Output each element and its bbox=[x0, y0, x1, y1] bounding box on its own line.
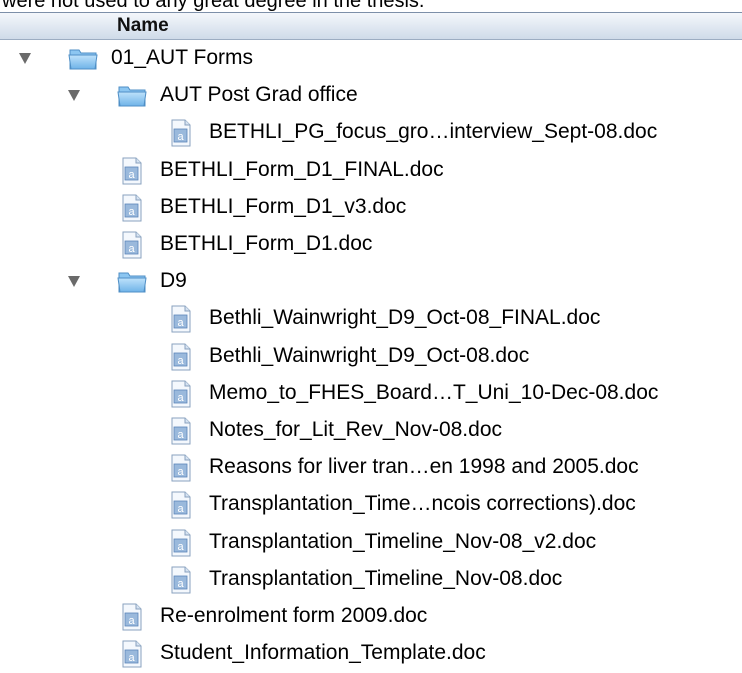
svg-text:a: a bbox=[177, 355, 184, 367]
svg-text:a: a bbox=[177, 578, 184, 590]
folder-icon bbox=[117, 268, 147, 299]
tree-item-label: Reasons for liver tran…en 1998 and 2005.… bbox=[209, 455, 639, 479]
tree-row-folder[interactable]: 01_AUT Forms bbox=[0, 40, 742, 77]
tree-row-file[interactable]: a Bethli_Wainwright_D9_Oct-08_FINAL.doc bbox=[0, 300, 742, 337]
svg-text:a: a bbox=[177, 503, 184, 515]
svg-text:a: a bbox=[128, 169, 135, 181]
tree-row-file[interactable]: a Transplantation_Timeline_Nov-08_v2.doc bbox=[0, 524, 742, 561]
tree-item-label: D9 bbox=[160, 269, 187, 293]
tree-item-label: BETHLI_Form_D1.doc bbox=[160, 232, 373, 255]
tree-row-file[interactable]: a BETHLI_Form_D1.doc bbox=[0, 226, 742, 263]
document-icon: a bbox=[169, 119, 193, 152]
document-icon: a bbox=[120, 231, 144, 264]
svg-text:a: a bbox=[177, 541, 184, 553]
document-icon: a bbox=[120, 640, 144, 673]
tree-item-label: BETHLI_Form_D1_FINAL.doc bbox=[160, 157, 444, 181]
caption-text: were not used to any great degree in the… bbox=[2, 0, 425, 12]
svg-text:a: a bbox=[128, 243, 135, 255]
tree-row-file[interactable]: a Transplantation_Timeline_Nov-08.doc bbox=[0, 561, 742, 598]
document-icon: a bbox=[120, 194, 144, 227]
svg-text:a: a bbox=[177, 392, 184, 404]
svg-text:a: a bbox=[177, 317, 184, 329]
document-icon: a bbox=[169, 529, 193, 562]
document-icon: a bbox=[169, 380, 193, 413]
tree-item-label: BETHLI_Form_D1_v3.doc bbox=[160, 194, 407, 218]
document-icon: a bbox=[169, 305, 193, 338]
column-header-name[interactable]: Name bbox=[117, 15, 169, 37]
svg-text:a: a bbox=[177, 466, 184, 478]
tree-item-label: Bethli_Wainwright_D9_Oct-08_FINAL.doc bbox=[209, 306, 601, 330]
disclosure-triangle-icon[interactable] bbox=[68, 90, 80, 102]
tree-row-file[interactable]: a Notes_for_Lit_Rev_Nov-08.doc bbox=[0, 412, 742, 449]
document-icon: a bbox=[120, 603, 144, 636]
tree-item-label: Transplantation_Timeline_Nov-08_v2.doc bbox=[209, 529, 597, 553]
document-icon: a bbox=[169, 343, 193, 376]
disclosure-triangle-icon[interactable] bbox=[19, 53, 31, 64]
svg-text:a: a bbox=[128, 652, 135, 664]
document-icon: a bbox=[169, 417, 193, 450]
tree-item-label: Re-enrolment form 2009.doc bbox=[160, 604, 428, 627]
document-icon: a bbox=[169, 566, 193, 599]
tree-item-label: Transplantation_Timeline_Nov-08.doc bbox=[209, 566, 563, 590]
tree-row-file[interactable]: a BETHLI_PG_focus_gro…interview_Sept-08.d… bbox=[0, 114, 742, 151]
tree-row-folder[interactable]: D9 bbox=[0, 263, 742, 300]
tree-item-label: BETHLI_PG_focus_gro…interview_Sept-08.do… bbox=[209, 120, 658, 144]
tree-item-label: Transplantation_Time…ncois corrections).… bbox=[209, 492, 636, 516]
tree-item-label: 01_AUT Forms bbox=[111, 46, 253, 69]
svg-text:a: a bbox=[128, 615, 135, 627]
tree-row-folder[interactable]: AUT Post Grad office bbox=[0, 77, 742, 114]
svg-text:a: a bbox=[177, 131, 184, 143]
tree-row-file[interactable]: a Bethli_Wainwright_D9_Oct-08.doc bbox=[0, 338, 742, 375]
tree-row-file[interactable]: a BETHLI_Form_D1_v3.doc bbox=[0, 189, 742, 226]
tree-row-file[interactable]: a Reasons for liver tran…en 1998 and 2005… bbox=[0, 449, 742, 486]
tree-row-file[interactable]: a Student_Information_Template.doc bbox=[0, 635, 742, 672]
svg-text:a: a bbox=[128, 206, 135, 218]
disclosure-triangle-icon[interactable] bbox=[68, 276, 80, 288]
tree-item-label: Memo_to_FHES_Board…T_Uni_10-Dec-08.doc bbox=[209, 380, 659, 404]
folder-icon bbox=[117, 82, 147, 113]
column-header-bar[interactable]: Name bbox=[0, 12, 742, 40]
document-icon: a bbox=[120, 157, 144, 190]
tree-row-file[interactable]: a Transplantation_Time…ncois corrections)… bbox=[0, 486, 742, 523]
folder-icon bbox=[68, 45, 98, 76]
document-icon: a bbox=[169, 454, 193, 487]
tree-item-label: Student_Information_Template.doc bbox=[160, 641, 486, 665]
tree-item-label: AUT Post Grad office bbox=[160, 83, 358, 107]
tree-row-file[interactable]: a Re-enrolment form 2009.doc bbox=[0, 598, 742, 635]
tree-row-file[interactable]: a BETHLI_Form_D1_FINAL.doc bbox=[0, 152, 742, 189]
tree-item-label: Bethli_Wainwright_D9_Oct-08.doc bbox=[209, 343, 530, 367]
tree-row-file[interactable]: a Memo_to_FHES_Board…T_Uni_10-Dec-08.doc bbox=[0, 375, 742, 412]
tree-item-label: Notes_for_Lit_Rev_Nov-08.doc bbox=[209, 418, 502, 441]
document-icon: a bbox=[169, 491, 193, 524]
svg-text:a: a bbox=[177, 429, 184, 441]
